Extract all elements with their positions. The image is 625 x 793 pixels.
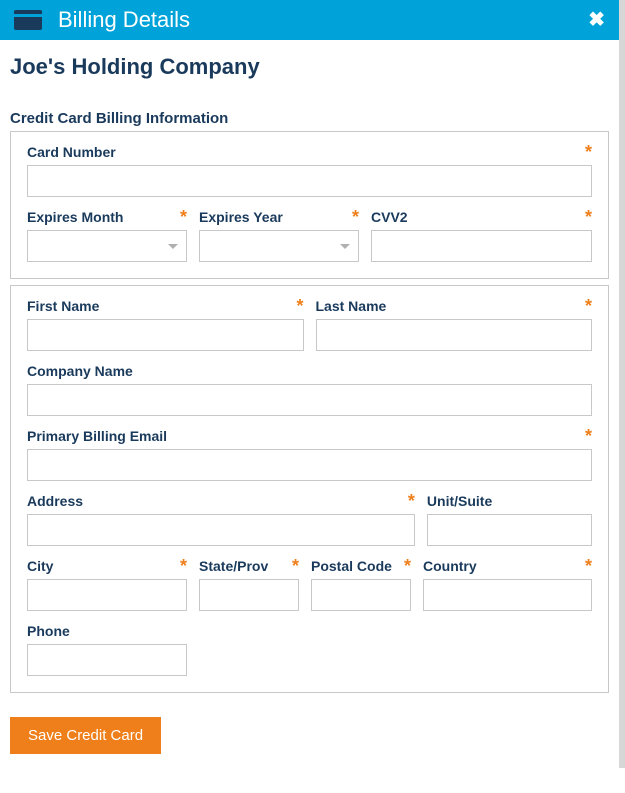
first-name-input[interactable] [27,319,304,351]
required-asterisk: * [180,556,187,577]
unit-input[interactable] [427,514,592,546]
cvv2-input[interactable] [371,230,592,262]
primary-email-label: Primary Billing Email [27,428,592,444]
company-name-input[interactable] [27,384,592,416]
required-asterisk: * [180,207,187,228]
postal-input[interactable] [311,579,411,611]
last-name-field: Last Name * [316,298,593,351]
country-field: Country * [423,558,592,611]
required-asterisk: * [585,426,592,447]
required-asterisk: * [585,142,592,163]
city-input[interactable] [27,579,187,611]
last-name-input[interactable] [316,319,593,351]
billing-address-fieldset: First Name * Last Name * Company Name [10,285,609,693]
postal-field: Postal Code * [311,558,411,611]
company-name-label: Company Name [27,363,592,379]
last-name-label: Last Name [316,298,593,314]
first-name-field: First Name * [27,298,304,351]
billing-details-modal: Billing Details ✖ Joe's Holding Company … [0,0,625,768]
postal-label: Postal Code [311,558,411,574]
required-asterisk: * [292,556,299,577]
modal-title: Billing Details [58,7,190,33]
state-field: State/Prov * [199,558,299,611]
required-asterisk: * [296,296,303,317]
first-name-label: First Name [27,298,304,314]
phone-field: Phone [27,623,187,676]
modal-header: Billing Details ✖ [0,0,619,40]
close-icon[interactable]: ✖ [588,10,605,30]
city-field: City * [27,558,187,611]
city-label: City [27,558,187,574]
expires-year-field: Expires Year * [199,209,359,262]
cc-fieldset: Card Number * Expires Month * Expires Ye… [10,131,609,279]
expires-month-field: Expires Month * [27,209,187,262]
chevron-down-icon [340,244,350,249]
phone-label: Phone [27,623,187,639]
address-label: Address [27,493,415,509]
country-label: Country [423,558,592,574]
company-name-field: Company Name [27,363,592,416]
phone-input[interactable] [27,644,187,676]
cvv2-label: CVV2 [371,209,592,225]
card-number-input[interactable] [27,165,592,197]
save-credit-card-button[interactable]: Save Credit Card [10,717,161,754]
primary-email-field: Primary Billing Email * [27,428,592,481]
modal-body: Joe's Holding Company Credit Card Billin… [0,40,619,768]
address-field: Address * [27,493,415,546]
company-name-heading: Joe's Holding Company [10,54,609,80]
required-asterisk: * [404,556,411,577]
credit-card-icon [14,10,42,30]
expires-year-label: Expires Year [199,209,359,225]
required-asterisk: * [408,491,415,512]
required-asterisk: * [585,296,592,317]
cvv2-field: CVV2 * [371,209,592,262]
required-asterisk: * [585,207,592,228]
state-label: State/Prov [199,558,299,574]
chevron-down-icon [168,244,178,249]
unit-label: Unit/Suite [427,493,592,509]
cc-section-title: Credit Card Billing Information [10,110,609,127]
required-asterisk: * [585,556,592,577]
primary-email-input[interactable] [27,449,592,481]
expires-month-label: Expires Month [27,209,187,225]
card-number-label: Card Number [27,144,592,160]
unit-field: Unit/Suite [427,493,592,546]
address-input[interactable] [27,514,415,546]
required-asterisk: * [352,207,359,228]
country-input[interactable] [423,579,592,611]
expires-year-select[interactable] [199,230,359,262]
card-number-field: Card Number * [27,144,592,197]
expires-month-select[interactable] [27,230,187,262]
state-input[interactable] [199,579,299,611]
